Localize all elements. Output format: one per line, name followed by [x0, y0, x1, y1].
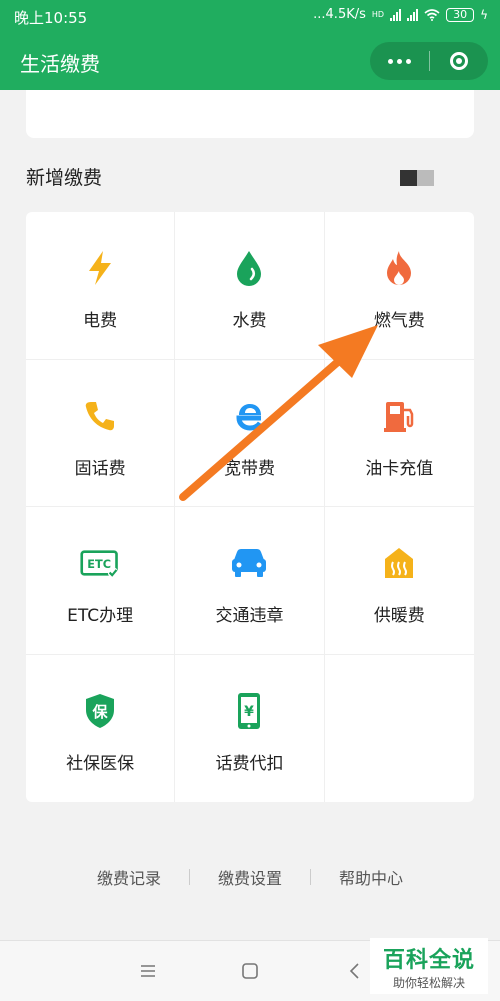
service-phone-autopay[interactable]: ¥ 话费代扣 [175, 654, 325, 802]
service-gas[interactable]: 燃气费 [324, 212, 474, 360]
close-button[interactable] [430, 42, 489, 80]
footer-link-settings[interactable]: 缴费设置 [218, 865, 282, 889]
shield-bao-icon: 保 [80, 691, 120, 731]
watermark-subtitle: 助你轻松解决 [392, 975, 465, 990]
fuel-pump-icon [379, 396, 419, 436]
svg-text:保: 保 [92, 703, 109, 721]
watermark-title: 百科全说 [382, 947, 475, 973]
service-social-insurance[interactable]: 保 社保医保 [26, 654, 176, 802]
back-icon[interactable] [345, 961, 365, 981]
svg-text:ETC: ETC [87, 558, 111, 571]
empty-cell [325, 655, 474, 803]
nav-bar: 生活缴费 [0, 34, 500, 90]
signal-icon [407, 8, 419, 21]
top-card [26, 90, 474, 138]
phone-icon [80, 396, 120, 436]
service-fuel-card[interactable]: 油卡充值 [324, 360, 474, 507]
heating-house-icon [379, 543, 419, 583]
service-label: 油卡充值 [365, 458, 434, 479]
service-label: 燃气费 [373, 311, 425, 331]
browser-e-icon [229, 396, 269, 436]
service-broadband[interactable]: 宽带费 [175, 359, 325, 507]
home-icon[interactable] [240, 961, 260, 981]
footer-divider [310, 869, 311, 885]
service-label: ETC办理 [67, 606, 134, 626]
signal-icon [390, 8, 402, 21]
service-grid: 电费 水费 燃气费 固话费 宽带费 油卡充值 ETC ETC办理 交通违章 供暖… [26, 212, 474, 802]
battery-icon: 30 [446, 7, 475, 22]
water-drop-icon [229, 248, 269, 288]
service-label: 供暖费 [373, 606, 425, 626]
status-time: 晚上10:55 [14, 9, 88, 27]
service-traffic-violation[interactable]: 交通违章 [175, 507, 325, 655]
section-title: 新增缴费 [26, 167, 103, 189]
service-electricity[interactable]: 电费 [26, 212, 176, 360]
mini-program-capsule [370, 42, 488, 80]
menu-icon[interactable] [138, 961, 158, 981]
footer-link-help[interactable]: 帮助中心 [339, 865, 403, 889]
status-bar: 晚上10:55 ...4.5K/s HD 30 ϟ [0, 0, 500, 34]
mobile-yuan-icon: ¥ [229, 691, 269, 731]
collapse-toggle[interactable] [400, 170, 434, 186]
charging-icon: ϟ [480, 7, 488, 22]
target-circle-icon [449, 52, 468, 70]
service-heating[interactable]: 供暖费 [324, 507, 474, 655]
wifi-icon [424, 8, 440, 21]
service-label: 固话费 [74, 458, 126, 479]
service-label: 宽带费 [223, 458, 275, 479]
footer-links: 缴费记录 缴费设置 帮助中心 [0, 862, 500, 892]
network-type: HD [371, 10, 385, 19]
lightning-icon [80, 248, 120, 288]
status-indicators: ...4.5K/s HD 30 ϟ [313, 7, 488, 22]
svg-text:¥: ¥ [245, 704, 255, 720]
watermark: 百科全说 助你轻松解决 [370, 938, 488, 994]
flame-icon [379, 248, 419, 288]
service-water[interactable]: 水费 [175, 212, 325, 360]
etc-card-icon: ETC [80, 543, 120, 583]
service-label: 交通违章 [215, 606, 284, 626]
section-header: 新增缴费 [26, 164, 474, 194]
footer-link-records[interactable]: 缴费记录 [97, 865, 161, 889]
more-button[interactable] [370, 42, 429, 80]
car-icon [229, 543, 269, 583]
service-etc[interactable]: ETC ETC办理 [26, 507, 176, 655]
service-label: 水费 [232, 311, 267, 331]
network-speed: ...4.5K/s [313, 7, 366, 22]
service-label: 电费 [83, 311, 118, 331]
service-label: 话费代扣 [215, 753, 284, 774]
page-title: 生活缴费 [20, 52, 100, 76]
more-dots-icon [387, 58, 411, 64]
footer-divider [188, 869, 190, 885]
service-landline[interactable]: 固话费 [26, 359, 176, 507]
service-label: 社保医保 [66, 753, 135, 774]
